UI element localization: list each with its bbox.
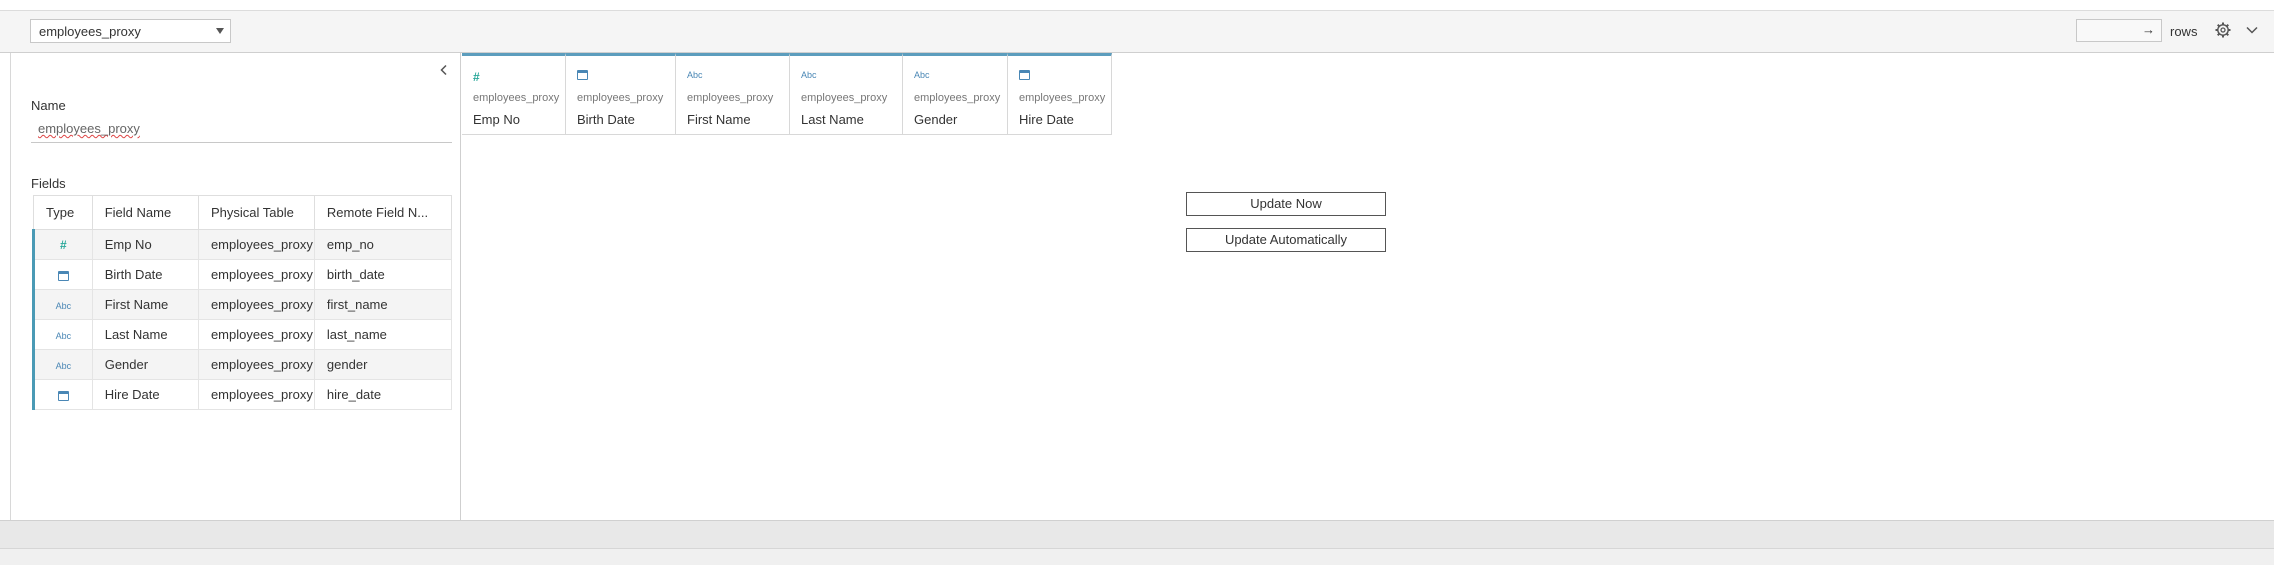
field-name-cell[interactable]: Last Name (91, 319, 199, 350)
physical-table-cell: employees_proxy (197, 289, 315, 320)
column-header-field-name[interactable]: Field Name (91, 195, 199, 230)
field-name-cell[interactable]: Gender (91, 349, 199, 380)
table-row[interactable]: # Emp No employees_proxy emp_no (32, 229, 453, 260)
column-header-physical-table[interactable]: Physical Table (197, 195, 315, 230)
table-row[interactable]: Abc Gender employees_proxy gender (32, 349, 453, 380)
type-cell[interactable]: # (32, 229, 93, 260)
number-type-icon: # (60, 238, 67, 252)
number-type-icon[interactable]: # (473, 70, 480, 84)
update-automatically-button[interactable]: Update Automatically (1186, 228, 1386, 252)
arrow-right-icon[interactable]: → (2142, 22, 2155, 37)
remote-field-cell: first_name (313, 289, 453, 320)
string-type-icon[interactable]: Abc (914, 70, 930, 80)
string-type-icon: Abc (55, 361, 72, 371)
table-row[interactable]: Birth Date employees_proxy birth_date (32, 259, 453, 290)
grid-column-emp-no[interactable]: # employees_proxy Emp No (462, 53, 566, 135)
grid-column-name: Gender (914, 112, 958, 127)
string-type-icon: Abc (55, 301, 72, 311)
physical-table-cell: employees_proxy (197, 349, 315, 380)
name-input-value: employees_proxy (38, 121, 140, 136)
table-select-value: employees_proxy (39, 24, 141, 39)
table-row[interactable]: Abc Last Name employees_proxy last_name (32, 319, 453, 350)
type-cell[interactable] (32, 379, 93, 410)
fields-table: Type Field Name Physical Table Remote Fi… (32, 195, 453, 410)
caret-down-icon (216, 28, 224, 34)
chevron-down-icon[interactable] (2245, 23, 2259, 37)
grid-column-name: Last Name (801, 112, 864, 127)
name-input[interactable]: employees_proxy (31, 119, 452, 143)
grid-column-last-name[interactable]: Abc employees_proxy Last Name (790, 53, 903, 135)
string-type-icon: Abc (55, 331, 72, 341)
string-type-icon[interactable]: Abc (801, 70, 817, 80)
calendar-icon[interactable] (577, 70, 588, 80)
toolbar: employees_proxy → rows (0, 10, 2274, 53)
field-name-cell[interactable]: Birth Date (91, 259, 199, 290)
field-name-cell[interactable]: Emp No (91, 229, 199, 260)
grid-column-name: Hire Date (1019, 112, 1074, 127)
column-header-remote-field-name[interactable]: Remote Field N... (313, 195, 453, 230)
type-cell[interactable]: Abc (32, 349, 93, 380)
grid-column-source: employees_proxy (801, 92, 888, 104)
remote-field-cell: last_name (313, 319, 453, 350)
grid-column-name: First Name (687, 112, 751, 127)
physical-table-cell: employees_proxy (197, 229, 315, 260)
grid-column-gender[interactable]: Abc employees_proxy Gender (903, 53, 1008, 135)
fields-label: Fields (31, 176, 66, 191)
type-cell[interactable]: Abc (32, 289, 93, 320)
grid-column-name: Emp No (473, 112, 520, 127)
rows-count-input[interactable]: → (2076, 19, 2162, 42)
status-bar (0, 548, 2274, 565)
column-header-type[interactable]: Type (33, 195, 93, 230)
type-cell[interactable]: Abc (32, 319, 93, 350)
window-top-strip (0, 0, 2274, 10)
update-now-button[interactable]: Update Now (1186, 192, 1386, 216)
calendar-icon (57, 270, 69, 281)
remote-field-cell: emp_no (313, 229, 453, 260)
bottom-tab-bar (0, 520, 2274, 548)
rows-label: rows (2170, 24, 2198, 39)
grid-column-hire-date[interactable]: employees_proxy Hire Date (1008, 53, 1112, 135)
table-row[interactable]: Hire Date employees_proxy hire_date (32, 379, 453, 410)
name-label: Name (31, 98, 66, 113)
grid-column-source: employees_proxy (473, 92, 560, 104)
grid-column-source: employees_proxy (687, 92, 774, 104)
physical-table-cell: employees_proxy (197, 379, 315, 410)
chevron-left-icon[interactable] (437, 63, 451, 77)
data-grid-header: # employees_proxy Emp No employees_proxy… (462, 53, 1112, 135)
grid-column-source: employees_proxy (914, 92, 1001, 104)
gear-icon[interactable] (2214, 21, 2232, 39)
remote-field-cell: birth_date (313, 259, 453, 290)
grid-column-birth-date[interactable]: employees_proxy Birth Date (566, 53, 676, 135)
grid-column-source: employees_proxy (1019, 92, 1106, 104)
remote-field-cell: hire_date (313, 379, 453, 410)
table-row[interactable]: Abc First Name employees_proxy first_nam… (32, 289, 453, 320)
calendar-icon (57, 390, 69, 401)
grid-column-source: employees_proxy (577, 92, 664, 104)
remote-field-cell: gender (313, 349, 453, 380)
calendar-icon[interactable] (1019, 70, 1030, 80)
grid-column-first-name[interactable]: Abc employees_proxy First Name (676, 53, 790, 135)
connection-details-panel: Name employees_proxy Fields Type Field N… (10, 53, 461, 520)
fields-table-header-row: Type Field Name Physical Table Remote Fi… (33, 195, 453, 230)
physical-table-cell: employees_proxy (197, 319, 315, 350)
field-name-cell[interactable]: Hire Date (91, 379, 199, 410)
table-select-dropdown[interactable]: employees_proxy (30, 19, 231, 43)
type-cell[interactable] (32, 259, 93, 290)
string-type-icon[interactable]: Abc (687, 70, 703, 80)
grid-column-name: Birth Date (577, 112, 635, 127)
field-name-cell[interactable]: First Name (91, 289, 199, 320)
physical-table-cell: employees_proxy (197, 259, 315, 290)
